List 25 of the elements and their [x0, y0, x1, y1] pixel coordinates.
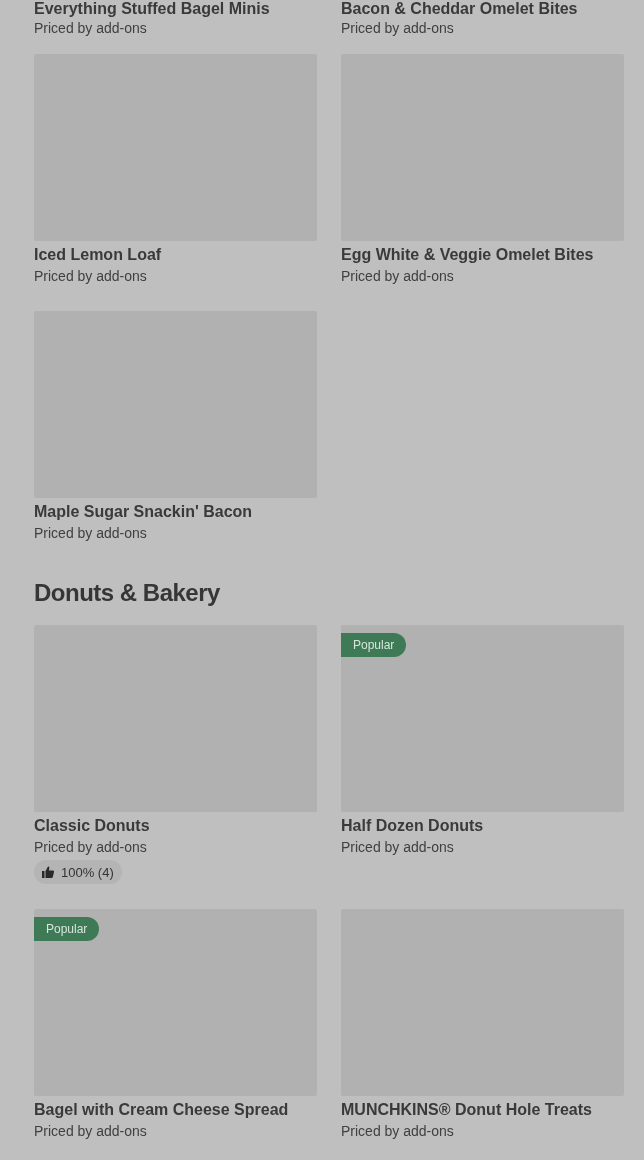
- item-price: Priced by add-ons: [341, 1122, 455, 1141]
- item-name[interactable]: Bacon & Cheddar Omelet Bites: [341, 0, 624, 18]
- item-name[interactable]: Everything Stuffed Bagel Minis: [34, 0, 317, 18]
- item-price: Priced by add-ons: [341, 838, 455, 857]
- item-name[interactable]: Bagel with Cream Cheese Spread: [34, 1099, 317, 1121]
- image-placeholder[interactable]: Popular: [341, 625, 624, 812]
- image-placeholder[interactable]: Popular: [34, 909, 317, 1096]
- item-price: Priced by add-ons: [34, 1122, 148, 1141]
- item-price: Priced by add-ons: [34, 838, 148, 857]
- item-price: Priced by add-ons: [34, 267, 148, 286]
- item-name[interactable]: MUNCHKINS® Donut Hole Treats: [341, 1099, 624, 1121]
- thumbs-up-icon: [42, 866, 54, 878]
- popular-badge: Popular: [34, 917, 100, 941]
- item-name[interactable]: Iced Lemon Loaf: [34, 244, 317, 266]
- item-name[interactable]: Half Dozen Donuts: [341, 815, 624, 837]
- item-price: Priced by add-ons: [34, 524, 148, 543]
- item-name[interactable]: Classic Donuts: [34, 815, 317, 837]
- item-price: Priced by add-ons: [34, 19, 148, 38]
- section-heading: Donuts & Bakery: [34, 578, 221, 608]
- item-name[interactable]: Egg White & Veggie Omelet Bites: [341, 244, 624, 266]
- item-name[interactable]: Maple Sugar Snackin' Bacon: [34, 501, 317, 523]
- rating-text: 100% (4): [61, 864, 114, 880]
- popular-badge: Popular: [341, 633, 407, 657]
- item-price: Priced by add-ons: [341, 19, 455, 38]
- item-price: Priced by add-ons: [341, 267, 455, 286]
